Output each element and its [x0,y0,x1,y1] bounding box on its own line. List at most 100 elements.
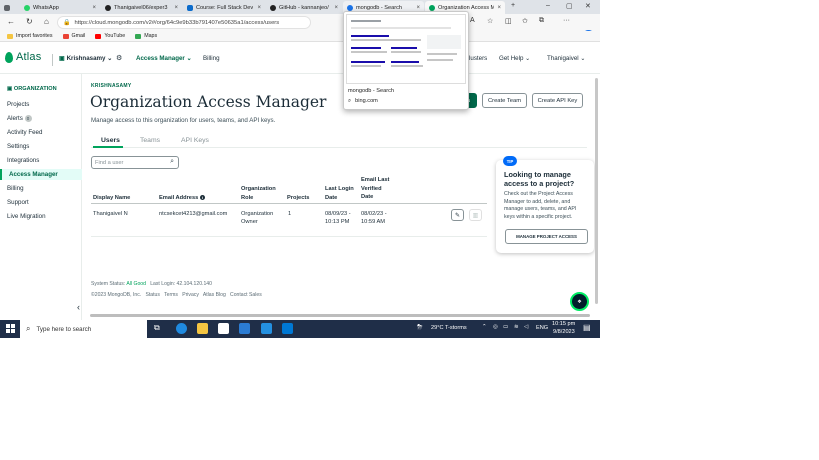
edit-user-button[interactable]: ✎ [451,209,464,221]
col-organization-role[interactable]: Organization Role [241,185,283,202]
weather-icon[interactable]: ⛈ [417,324,423,332]
new-tab-icon[interactable]: + [511,2,515,9]
clusters-link[interactable]: lusters [469,55,487,62]
col-display-name[interactable]: Display Name [93,194,137,203]
close-tab-icon[interactable]: × [174,5,178,11]
system-status-value[interactable]: All Good [126,281,146,287]
delete-user-button[interactable]: ▥ [469,209,482,221]
battery-icon[interactable]: ▭ [503,324,508,330]
sidebar-item-projects[interactable]: Projects [7,101,29,108]
footer-link-atlas-blog[interactable]: Atlas Blog [203,292,226,298]
bookmark-maps[interactable]: Maps [135,33,157,39]
close-tab-icon[interactable]: × [416,5,420,11]
tab-exper3[interactable]: Thanigaivel06/exper3 × [101,1,182,14]
tab-course[interactable]: Course: Full Stack Dev × [183,1,265,14]
tab-actions-icon[interactable] [0,1,16,14]
maximize-icon[interactable]: ▢ [566,2,573,10]
bookmark-youtube[interactable]: YouTube [95,33,125,39]
col-email-last-verified-date[interactable]: Email Last Verified Date [361,176,393,202]
vscode-icon[interactable] [261,323,272,334]
user-menu[interactable]: Thanigaivel ⌄ [547,55,586,62]
footer-link-terms[interactable]: Terms [164,292,178,298]
tab-teams[interactable]: Teams [140,137,160,144]
sidebar-item-access-manager[interactable]: Access Manager [0,169,82,180]
chat-help-button[interactable]: ❖ [570,292,589,311]
popup-url-text: bing.com [355,98,378,104]
show-hidden-icons-icon[interactable]: ⌃ [482,324,487,330]
close-tab-icon[interactable]: × [497,5,501,11]
sidebar-item-alerts[interactable]: Alerts 0 [7,115,32,122]
split-screen-icon[interactable]: ◫ [505,17,512,25]
file-explorer-icon[interactable] [197,323,208,334]
info-icon[interactable]: i [199,195,205,200]
wifi-icon[interactable]: ≋ [514,324,519,330]
footer-link-contact-sales[interactable]: Contact Sales [230,292,262,298]
col-label: Email Address [159,195,199,201]
mail-icon[interactable] [239,323,250,334]
create-api-key-button[interactable]: Create API Key [532,93,583,108]
sidebar [0,74,82,320]
org-settings-gear-icon[interactable]: ⚙ [116,54,122,62]
sidebar-item-live-migration[interactable]: Live Migration [7,213,46,220]
collections-icon[interactable]: ⧉ [539,17,544,25]
taskbar-search-box[interactable]: ⌕ Type here to search [20,320,147,338]
refresh-icon[interactable]: ↻ [26,17,33,26]
tip-body: Check out the Project Access Manager to … [504,191,577,221]
windows-start-icon[interactable] [6,324,15,333]
favorite-star-icon[interactable]: ☆ [487,17,493,25]
org-switcher[interactable]: ▣ Krishnasamy ⌄ [59,55,112,62]
collapse-sidebar-icon[interactable]: ‹ [77,302,80,312]
notifications-icon[interactable]: ▤ [583,323,591,332]
header-divider [52,54,53,66]
clock-time[interactable]: 10:15 pm [552,321,575,327]
find-user-input[interactable]: Find a user ⌕ [91,156,179,169]
task-view-icon[interactable]: ⧉ [154,323,165,334]
close-tab-icon[interactable]: × [334,5,338,11]
org-breadcrumb[interactable]: KRISHNASAMY [91,83,132,89]
edge-icon[interactable] [176,323,187,334]
billing-link[interactable]: Billing [203,55,220,62]
footer-link-privacy[interactable]: Privacy [182,292,199,298]
atlas-logo[interactable]: Atlas [16,51,41,63]
vertical-scrollbar[interactable] [595,78,598,304]
create-team-button[interactable]: Create Team [482,93,527,108]
bookmark-import-favorites[interactable]: Import favorites [7,33,53,39]
favorites-icon[interactable]: ✩ [522,17,528,25]
sidebar-item-integrations[interactable]: Integrations [7,157,39,164]
url-bar[interactable]: 🔒 https://cloud.mongodb.com/v2#/org/64c9… [57,16,311,29]
sidebar-item-activity-feed[interactable]: Activity Feed [7,129,42,136]
chevron-down-icon: ⌄ [186,55,192,62]
network-icon[interactable]: ◎ [493,324,498,330]
copyright: ©2023 MongoDB, Inc. [91,292,142,298]
sidebar-item-settings[interactable]: Settings [7,143,29,150]
sidebar-item-billing[interactable]: Billing [7,185,24,192]
remote-desktop-icon[interactable] [282,323,293,334]
col-projects[interactable]: Projects [287,194,315,203]
weather-text[interactable]: 29°C T-storms [431,325,467,331]
manage-project-access-button[interactable]: MANAGE PROJECT ACCESS [505,229,588,244]
close-tab-icon[interactable]: × [257,5,261,11]
clock-date[interactable]: 9/8/2023 [553,329,575,335]
tab-whatsapp[interactable]: WhatsApp × [20,1,100,14]
store-icon[interactable] [218,323,229,334]
sidebar-item-support[interactable]: Support [7,199,29,206]
get-help-menu[interactable]: Get Help ⌄ [499,55,530,62]
close-window-icon[interactable]: ✕ [585,2,591,10]
minimize-icon[interactable]: – [546,2,550,9]
tab-github[interactable]: GitHub - kannanjeo/ × [266,1,342,14]
volume-icon[interactable]: ◁ [524,324,528,330]
language-indicator[interactable]: ENG [536,325,548,331]
tab-users[interactable]: Users [101,137,120,144]
back-icon[interactable]: ← [7,17,15,26]
more-icon[interactable]: ··· [563,17,570,24]
tab-api-keys[interactable]: API Keys [181,137,209,144]
col-email-address[interactable]: Email Address i [159,194,229,203]
bookmark-gmail[interactable]: Gmail [62,33,85,39]
footer-link-status[interactable]: Status [145,292,159,298]
home-icon[interactable]: ⌂ [44,17,49,26]
col-last-login-date[interactable]: Last Login Date [325,185,357,202]
horizontal-scrollbar[interactable] [90,314,590,317]
access-manager-menu[interactable]: Access Manager ⌄ [136,55,192,62]
read-aloud-icon[interactable]: A [470,17,475,24]
close-tab-icon[interactable]: × [92,5,96,11]
